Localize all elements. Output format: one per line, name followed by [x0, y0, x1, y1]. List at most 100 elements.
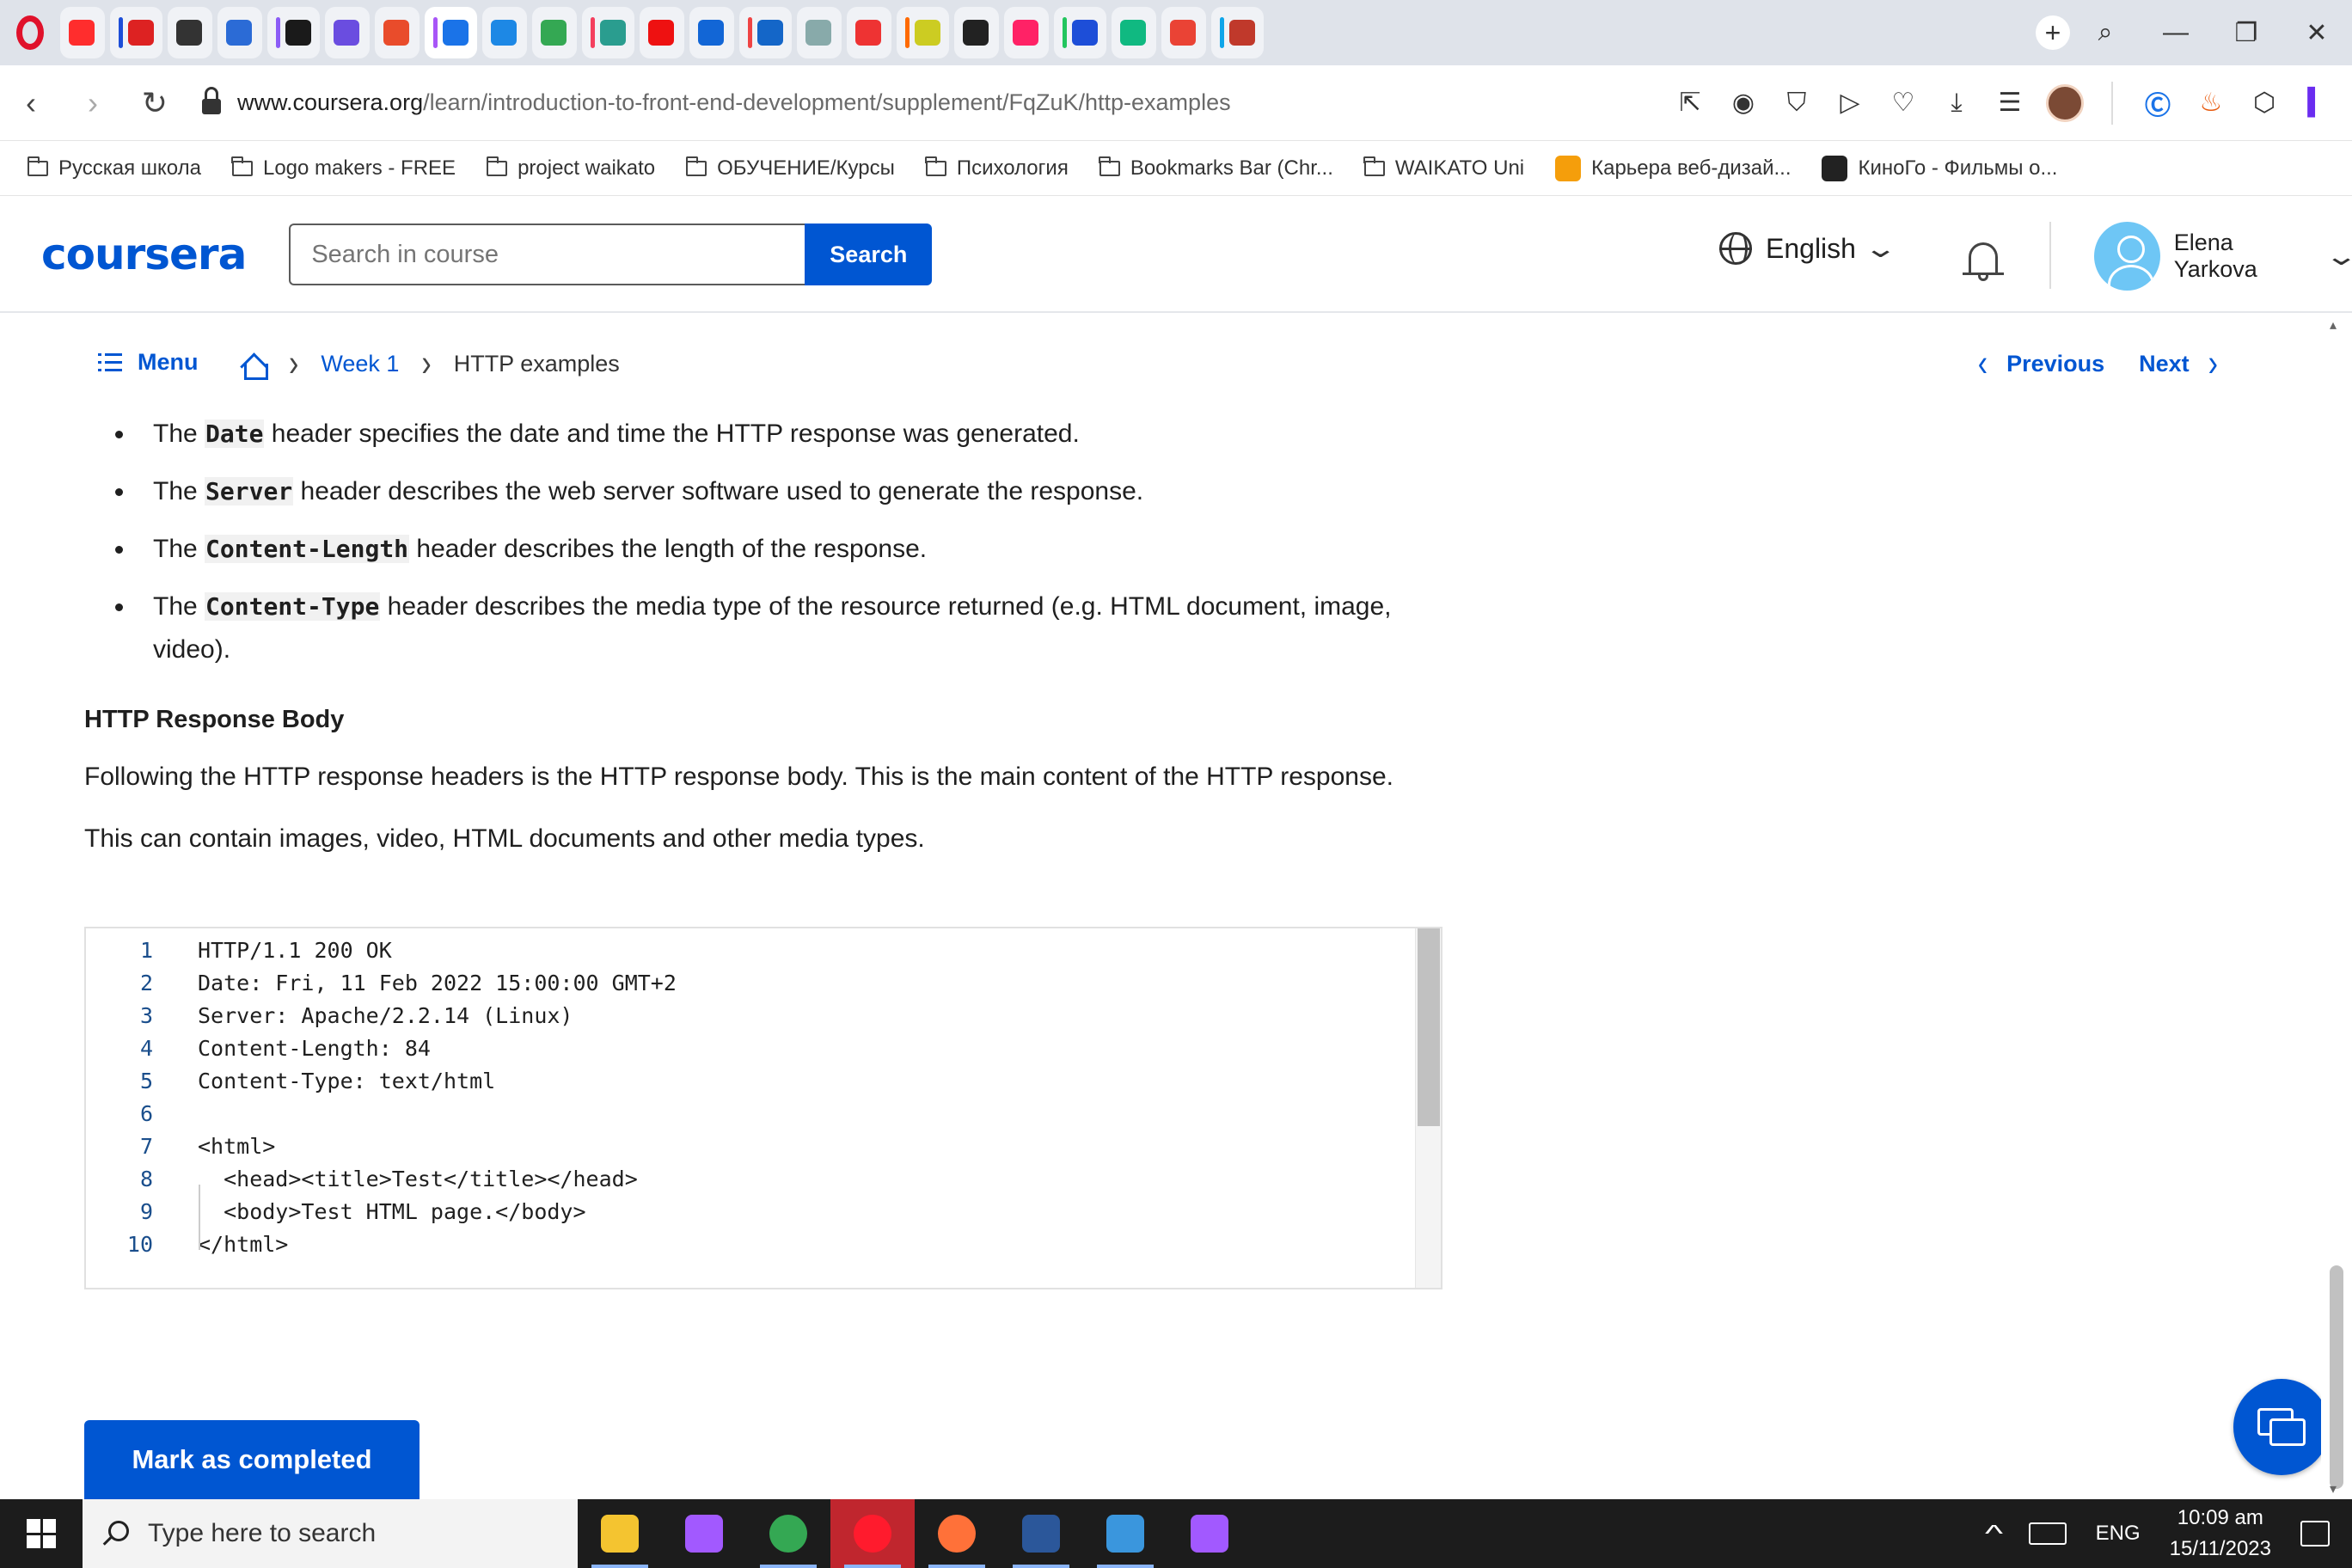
line-number: 1 [139, 937, 153, 963]
page-scrollbar[interactable]: ▴ ▾ [2321, 315, 2352, 1499]
globe-icon [1719, 232, 1752, 265]
sidebar-toggle-icon[interactable]: ▍ [2300, 86, 2335, 120]
browser-tab[interactable] [168, 7, 212, 58]
chat-support-button[interactable] [2233, 1379, 2330, 1475]
inline-code: Server [205, 477, 294, 505]
mark-as-completed-button[interactable]: Mark as completed [84, 1420, 420, 1499]
extensions-cube-icon[interactable]: ⬡ [2247, 86, 2282, 120]
bookmark-item[interactable]: WAIKATO Uni [1363, 156, 1524, 181]
menu-button[interactable]: Menu [98, 349, 199, 376]
previous-button[interactable]: ‹ Previous [1978, 342, 2104, 384]
taskbar-search-placeholder: Type here to search [148, 1519, 377, 1547]
code-scrollbar[interactable] [1415, 928, 1441, 1288]
show-hidden-icons-icon[interactable]: ^ [1985, 1520, 2003, 1547]
tab-favicon-icon [1072, 20, 1098, 46]
taskbar-search[interactable]: Type here to search [83, 1499, 578, 1568]
notifications-bell-icon[interactable] [1963, 237, 2004, 282]
lock-icon[interactable] [186, 86, 237, 114]
scroll-down-arrow-icon[interactable]: ▾ [2330, 1480, 2337, 1498]
bookmark-item[interactable]: Психология [925, 156, 1069, 181]
scroll-up-arrow-icon[interactable]: ▴ [2330, 316, 2337, 334]
coursera-logo[interactable]: coursera [41, 230, 247, 279]
snapshot-camera-icon[interactable]: ◉ [1726, 86, 1761, 120]
taskbar-app[interactable] [662, 1499, 746, 1568]
minimize-button[interactable]: — [2141, 0, 2211, 65]
input-language[interactable]: ENG [2096, 1522, 2141, 1546]
browser-tab[interactable] [1211, 7, 1264, 58]
taskbar-app[interactable] [578, 1499, 662, 1568]
browser-tab[interactable] [60, 7, 105, 58]
close-window-button[interactable]: ✕ [2282, 0, 2352, 65]
browser-tab[interactable] [847, 7, 891, 58]
browser-tab[interactable] [532, 7, 577, 58]
taskbar-app[interactable] [1167, 1499, 1252, 1568]
bookmark-label: Bookmarks Bar (Chr... [1130, 156, 1333, 180]
restore-button[interactable]: ❐ [2211, 0, 2282, 65]
browser-tab[interactable] [954, 7, 999, 58]
bookmark-item[interactable]: Logo makers - FREE [231, 156, 456, 181]
taskbar-app[interactable] [915, 1499, 999, 1568]
back-button[interactable]: ‹ [0, 65, 62, 141]
new-tab-button[interactable]: + [2036, 15, 2070, 50]
bookmark-label: Logo makers - FREE [262, 156, 456, 180]
opera-menu-icon[interactable] [0, 0, 60, 65]
browser-tab[interactable] [425, 7, 477, 58]
browser-tab[interactable] [375, 7, 420, 58]
breadcrumb-week[interactable]: Week 1 [321, 351, 399, 377]
touch-keyboard-icon[interactable] [2028, 1522, 2067, 1545]
browser-tab[interactable] [739, 7, 792, 58]
share-icon[interactable]: ⇱ [1673, 86, 1707, 120]
bookmark-item[interactable]: Bookmarks Bar (Chr... [1099, 156, 1333, 181]
browser-tab[interactable] [325, 7, 370, 58]
forward-button[interactable]: › [62, 65, 124, 141]
bookmark-item[interactable]: КиноГо - Фильмы о... [1822, 155, 2057, 181]
divider [2049, 222, 2051, 289]
extension-fire-icon[interactable]: ♨ [2194, 86, 2228, 120]
home-icon[interactable] [241, 352, 268, 380]
browser-tab[interactable] [689, 7, 734, 58]
player-icon[interactable]: ▷ [1833, 86, 1867, 120]
download-icon[interactable]: ⤓ [1939, 86, 1974, 120]
browser-tab[interactable] [1054, 7, 1106, 58]
bookmark-label: Психология [956, 156, 1069, 180]
browser-tab[interactable] [897, 7, 949, 58]
search-input[interactable] [289, 224, 805, 285]
bookmark-item[interactable]: Русская школа [27, 156, 201, 181]
browser-tab[interactable] [1004, 7, 1049, 58]
easy-setup-icon[interactable]: ☰ [1993, 86, 2027, 120]
notifications-icon[interactable] [2300, 1521, 2330, 1547]
url-field[interactable]: www.coursera.org/learn/introduction-to-f… [237, 89, 1673, 116]
next-button[interactable]: Next › [2139, 342, 2218, 384]
browser-tab[interactable] [640, 7, 684, 58]
browser-tab[interactable] [1112, 7, 1156, 58]
browser-tab[interactable] [1161, 7, 1206, 58]
taskbar-app[interactable] [1083, 1499, 1167, 1568]
browser-tab[interactable] [110, 7, 162, 58]
extension-c-icon[interactable]: Ⓒ [2141, 86, 2175, 120]
user-menu[interactable]: Elena Yarkova ⌄ [2094, 222, 2352, 291]
windows-start-icon[interactable] [0, 1499, 83, 1568]
shield-icon[interactable]: ⛉ [1779, 86, 1814, 120]
browser-tab[interactable] [217, 7, 262, 58]
search-tabs-icon[interactable]: ⌕ [2070, 0, 2141, 65]
browser-tab[interactable] [797, 7, 842, 58]
bookmark-item[interactable]: Карьера веб-дизай... [1555, 155, 1791, 181]
language-selector[interactable]: English ⌄ [1719, 232, 1898, 265]
search-button[interactable]: Search [805, 224, 933, 285]
browser-tab[interactable] [482, 7, 527, 58]
profile-avatar[interactable] [2046, 83, 2084, 122]
list-item: The Content-Length header describes the … [84, 528, 1442, 571]
taskbar-app[interactable] [746, 1499, 830, 1568]
chevron-right-icon: › [289, 342, 299, 385]
bookmark-item[interactable]: project waikato [486, 156, 655, 181]
taskbar-app[interactable] [830, 1499, 915, 1568]
browser-tab[interactable] [267, 7, 320, 58]
code-block[interactable]: 1 HTTP/1.1 200 OK 2 Date: Fri, 11 Feb 2022 … [84, 927, 1442, 1289]
taskbar-app[interactable] [999, 1499, 1083, 1568]
bookmark-item[interactable]: ОБУЧЕНИЕ/Курсы [685, 156, 895, 181]
heart-icon[interactable]: ♡ [1886, 86, 1920, 120]
clock[interactable]: 10:09 am 15/11/2023 [2170, 1503, 2271, 1565]
reload-button[interactable]: ↻ [124, 65, 186, 141]
scroll-thumb[interactable] [2330, 1265, 2343, 1489]
browser-tab[interactable] [582, 7, 634, 58]
